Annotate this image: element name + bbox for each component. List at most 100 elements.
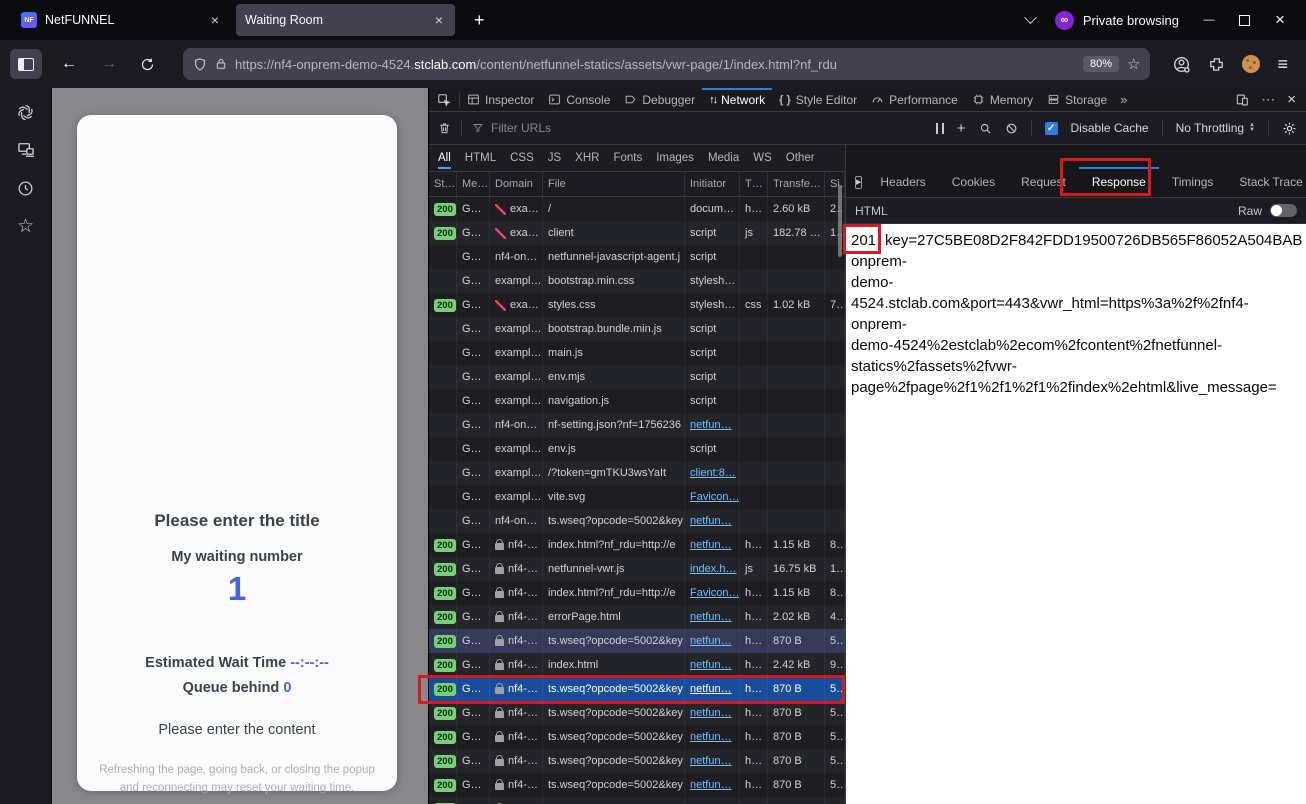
url-text[interactable]: https://nf4-onprem-demo-4524.stclab.com/… — [235, 57, 1075, 72]
request-row[interactable]: 200G…nf4-…ts.wseq?opcode=5002&keynetfun…… — [429, 677, 845, 701]
filter-urls-input[interactable]: Filter URLs — [472, 121, 551, 135]
synced-tabs-icon[interactable] — [16, 140, 36, 160]
request-row[interactable]: G…exampl…bootstrap.min.cssstylesh… — [429, 269, 845, 293]
request-row[interactable]: 200G…nf4-…errorPage.htmlnetfun…h…2.02 kB… — [429, 605, 845, 629]
raw-toggle[interactable]: Raw — [1238, 204, 1297, 218]
request-row[interactable]: G…exampl…vite.svgFavicon… — [429, 485, 845, 509]
history-clock-icon[interactable] — [16, 178, 36, 198]
request-row[interactable]: 200G…exa…clientscriptjs182.78 …1… — [429, 221, 845, 245]
initiator-link[interactable]: netfun… — [690, 755, 732, 767]
detail-tab-headers[interactable]: Headers — [867, 167, 938, 197]
filter-fonts[interactable]: Fonts — [613, 147, 642, 169]
request-row[interactable]: G…nf4-on…nf-setting.json?nf=1756236netfu… — [429, 413, 845, 437]
request-row[interactable]: 200G…nf4-…ts.wseq?opcode=5002&keynetfun…… — [429, 773, 845, 797]
bookmark-star-icon[interactable]: ☆ — [1127, 55, 1140, 73]
response-body[interactable]: 201key=27C5BE08D2F842FDD19500726DB565F86… — [846, 224, 1306, 804]
initiator-link[interactable]: netfun… — [690, 731, 732, 743]
devtools-close-icon[interactable]: × — [1287, 91, 1296, 108]
request-row[interactable]: 200G…nf4-…netfunnel-vwr.jsindex.h…js16.7… — [429, 557, 845, 581]
lock-icon[interactable] — [215, 57, 227, 71]
initiator-link[interactable]: netfun… — [690, 419, 732, 431]
throttling-dropdown[interactable]: No Throttling ▲▼ — [1176, 121, 1255, 135]
column-header[interactable]: T… — [740, 172, 768, 196]
responsive-design-icon[interactable] — [1235, 93, 1249, 107]
network-settings-gear-icon[interactable] — [1282, 121, 1297, 136]
new-tab-button[interactable]: + — [468, 10, 491, 31]
initiator-link[interactable]: Favicon… — [690, 491, 740, 503]
initiator-link[interactable]: netfun… — [690, 611, 732, 623]
initiator-link[interactable]: netfun… — [690, 515, 732, 527]
tab-netfunnel[interactable]: NF NetFUNNEL × — [12, 4, 231, 36]
detail-tab-response[interactable]: Response — [1079, 167, 1159, 197]
shield-icon[interactable] — [193, 57, 207, 72]
request-row[interactable]: 200G…exa…/docum…h…2.60 kB2… — [429, 197, 845, 221]
filter-html[interactable]: HTML — [465, 147, 496, 169]
sidebar-toggle-button[interactable] — [10, 49, 42, 79]
detail-tab-timings[interactable]: Timings — [1159, 167, 1227, 197]
block-icon[interactable] — [1005, 122, 1018, 135]
request-row[interactable]: G…exampl…main.jsscript — [429, 341, 845, 365]
request-row[interactable]: 200G…nf4-…ts.wseq?opcode=5002&keynetfun…… — [429, 797, 845, 804]
filter-media[interactable]: Media — [708, 147, 739, 169]
tab-close-icon[interactable]: × — [208, 12, 222, 28]
tab-waiting-room[interactable]: Waiting Room × — [236, 4, 455, 36]
close-window-button[interactable]: × — [1270, 10, 1290, 30]
search-icon[interactable] — [979, 122, 992, 135]
list-tabs-chevron-icon[interactable] — [1024, 11, 1037, 24]
request-row[interactable]: G…exampl…/?token=gmTKU3wsYaItclient:8… — [429, 461, 845, 485]
request-row[interactable]: G…exampl…env.jsscript — [429, 437, 845, 461]
tab-storage[interactable]: Storage — [1040, 88, 1114, 111]
column-header[interactable]: St… — [429, 172, 457, 196]
request-row[interactable]: 200G…exa…styles.cssstylesh…css1.02 kB7… — [429, 293, 845, 317]
request-row[interactable]: 200G…nf4-…index.html?nf_rdu=http://enetf… — [429, 533, 845, 557]
add-request-icon[interactable]: + — [957, 120, 966, 137]
tab-style-editor[interactable]: { } Style Editor — [772, 88, 864, 111]
back-button[interactable]: ← — [52, 55, 86, 73]
toggle-details-pane-icon[interactable]: ▶ — [855, 176, 862, 189]
initiator-link[interactable]: index.h… — [690, 563, 736, 575]
tab-close-icon[interactable]: × — [432, 12, 446, 28]
column-header[interactable]: Transfe… — [768, 172, 825, 196]
request-row[interactable]: 200G…nf4-…index.htmlnetfun…h…2.42 kB9… — [429, 653, 845, 677]
tab-network[interactable]: ↑↓ Network — [702, 88, 772, 111]
request-row[interactable]: G…nf4-on…ts.wseq?opcode=5002&keynetfun… — [429, 509, 845, 533]
forward-button[interactable]: → — [92, 55, 126, 73]
tab-memory[interactable]: Memory — [965, 88, 1040, 111]
initiator-link[interactable]: netfun… — [690, 707, 732, 719]
clear-requests-trash-icon[interactable] — [438, 121, 451, 135]
initiator-link[interactable]: netfun… — [690, 539, 732, 551]
detail-tab-cookies[interactable]: Cookies — [939, 167, 1008, 197]
extensions-puzzle-icon[interactable] — [1208, 56, 1225, 73]
filter-xhr[interactable]: XHR — [575, 147, 599, 169]
request-row[interactable]: 200G…nf4-…ts.wseq?opcode=5002&keynetfun…… — [429, 701, 845, 725]
pause-icon[interactable] — [936, 123, 944, 134]
tab-performance[interactable]: Performance — [864, 88, 965, 111]
request-row[interactable]: G…nf4-on…netfunnel-javascript-agent.jscr… — [429, 245, 845, 269]
column-header[interactable]: Initiator — [685, 172, 740, 196]
request-list-scrollbar[interactable] — [838, 185, 842, 257]
request-row[interactable]: 200G…nf4-…ts.wseq?opcode=5002&keynetfun…… — [429, 629, 845, 653]
request-row[interactable]: 200G…nf4-…ts.wseq?opcode=5002&keynetfun…… — [429, 749, 845, 773]
column-header[interactable]: Domain — [490, 172, 543, 196]
initiator-link[interactable]: client:8… — [690, 467, 736, 479]
request-row[interactable]: G…exampl…env.mjsscript — [429, 365, 845, 389]
devtools-overflow-icon[interactable]: ⋯ — [1261, 91, 1275, 108]
initiator-link[interactable]: netfun… — [690, 683, 732, 695]
zoom-level-badge[interactable]: 80% — [1083, 56, 1119, 72]
minimize-button[interactable]: — — [1199, 14, 1219, 26]
initiator-link[interactable]: netfun… — [690, 779, 732, 791]
initiator-link[interactable]: Favicon… — [690, 587, 740, 599]
request-row[interactable]: G…exampl…navigation.jsscript — [429, 389, 845, 413]
more-tabs-icon[interactable]: » — [1114, 88, 1133, 111]
cookie-extension-icon[interactable] — [1242, 55, 1260, 73]
initiator-link[interactable]: netfun… — [690, 659, 732, 671]
filter-images[interactable]: Images — [656, 147, 694, 169]
column-header[interactable]: Si… — [825, 172, 845, 196]
raw-toggle-switch[interactable] — [1270, 204, 1297, 217]
filter-js[interactable]: JS — [548, 147, 561, 169]
tab-console[interactable]: Console — [541, 88, 617, 111]
column-header[interactable]: Me… — [457, 172, 490, 196]
tab-debugger[interactable]: Debugger — [617, 88, 702, 111]
filter-css[interactable]: CSS — [510, 147, 534, 169]
tab-inspector[interactable]: Inspector — [460, 88, 541, 111]
